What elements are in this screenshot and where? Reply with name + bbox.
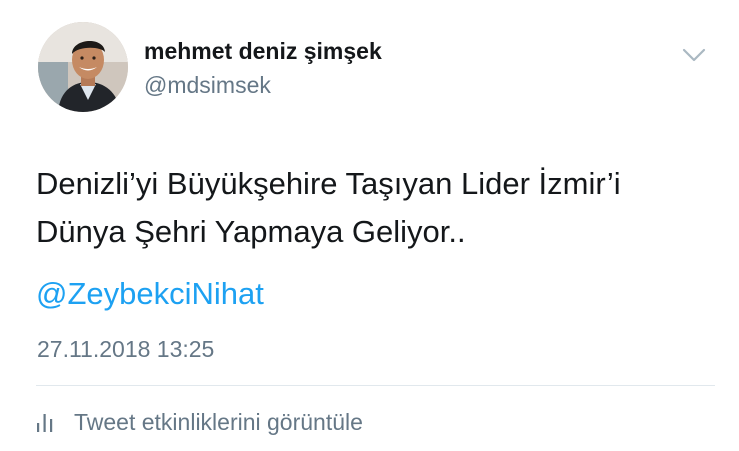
tweet-activity-label: Tweet etkinliklerini görüntüle (74, 408, 363, 435)
tweet-text-line: Denizli’yi Büyükşehire Taşıyan Lider İzm… (36, 166, 621, 201)
display-name[interactable]: mehmet deniz şimşek (144, 38, 382, 65)
username[interactable]: @mdsimsek (144, 72, 271, 99)
tweet-activity-button[interactable]: Tweet etkinliklerini görüntüle (36, 404, 363, 440)
divider (36, 385, 715, 386)
tweet-card: mehmet deniz şimşek @mdsimsek Denizli’yi… (0, 0, 739, 451)
tweet-text: Denizli’yi Büyükşehire Taşıyan Lider İzm… (36, 160, 716, 256)
mention-link[interactable]: @ZeybekciNihat (36, 274, 264, 314)
tweet-text-line: Dünya Şehri Yapmaya Geliyor.. (36, 214, 466, 249)
chevron-down-icon[interactable] (681, 46, 707, 64)
profile-photo-icon (38, 22, 128, 112)
avatar[interactable] (38, 22, 128, 112)
timestamp[interactable]: 27.11.2018 13:25 (37, 336, 214, 363)
bar-chart-icon (37, 414, 53, 432)
